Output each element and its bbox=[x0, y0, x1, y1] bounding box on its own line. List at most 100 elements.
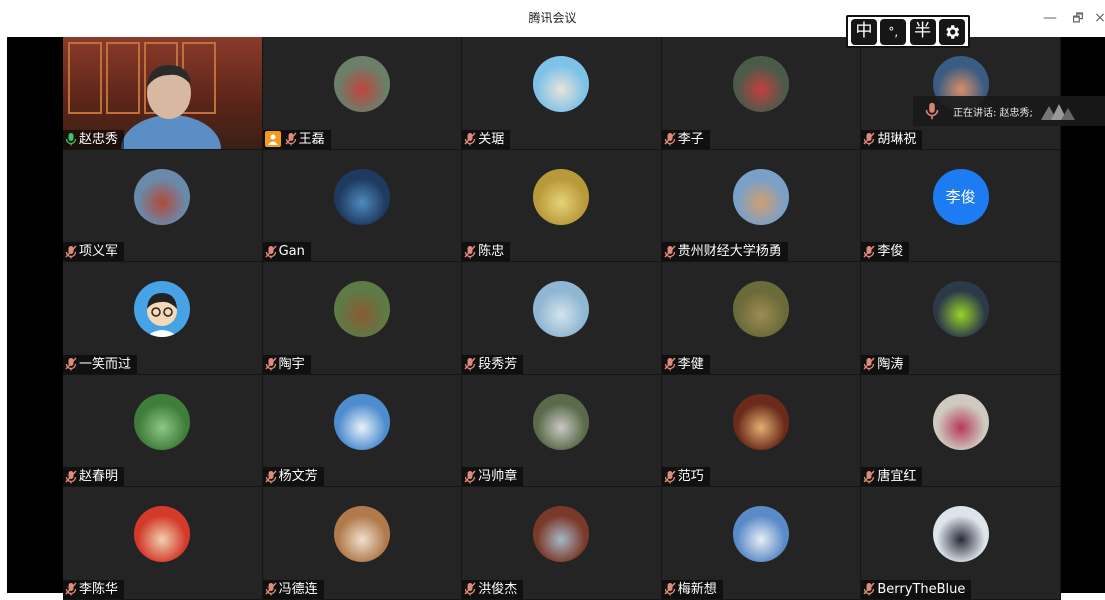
minimize-button[interactable]: — bbox=[1040, 8, 1060, 28]
participant-name: 王磊 bbox=[298, 131, 325, 147]
avatar bbox=[733, 56, 790, 112]
participant-name: 李健 bbox=[677, 356, 704, 372]
participant-tile[interactable]: 赵春明 bbox=[63, 374, 263, 487]
avatar bbox=[733, 281, 790, 337]
ime-toolbar: 中 °, 半 bbox=[846, 15, 970, 48]
ime-mode-button[interactable]: 中 bbox=[851, 18, 877, 45]
mic-muted-icon bbox=[65, 470, 77, 484]
speaker-mic-icon bbox=[925, 102, 939, 120]
participant-nametag: BerryTheBlue bbox=[861, 579, 972, 599]
participant-tile[interactable]: Gan bbox=[262, 149, 463, 262]
mic-muted-icon bbox=[863, 582, 875, 596]
participant-tile[interactable]: 段秀芳 bbox=[462, 262, 662, 375]
participant-nametag: 李俊 bbox=[861, 242, 910, 261]
participant-tile[interactable]: 洪俊杰 bbox=[462, 487, 662, 600]
avatar bbox=[134, 506, 191, 562]
mic-muted-icon bbox=[664, 582, 676, 596]
participant-tile[interactable]: 关琚 bbox=[462, 37, 662, 150]
participant-tile[interactable]: 陈忠 bbox=[462, 149, 662, 262]
participant-tile[interactable]: 王磊 bbox=[262, 37, 463, 150]
mic-muted-icon bbox=[664, 132, 676, 146]
speaking-label: 正在讲话: 赵忠秀; bbox=[953, 107, 1033, 119]
participant-tile[interactable]: 范巧 bbox=[661, 374, 862, 487]
participant-name: 李俊 bbox=[877, 244, 904, 259]
ime-width-button[interactable]: 半 bbox=[909, 18, 936, 45]
participant-tile[interactable]: 贵州财经大学杨勇 bbox=[661, 149, 862, 262]
participant-nametag: Gan bbox=[262, 242, 311, 261]
host-icon bbox=[264, 131, 281, 147]
participant-name: 赵忠秀 bbox=[79, 131, 119, 147]
left-letterbox bbox=[7, 37, 63, 593]
participant-tile[interactable]: 赵忠秀 bbox=[63, 37, 263, 150]
participant-tile[interactable]: 胡琳祝 bbox=[861, 37, 1061, 150]
ime-settings-button[interactable] bbox=[938, 18, 965, 45]
left-margin bbox=[0, 37, 7, 593]
avatar bbox=[533, 281, 590, 337]
participant-nametag: 李陈华 bbox=[63, 579, 125, 599]
participant-name: Gan bbox=[278, 244, 305, 259]
gear-icon bbox=[946, 24, 960, 39]
participant-nametag: 唐宜红 bbox=[861, 467, 923, 486]
avatar bbox=[333, 168, 390, 225]
mic-muted-icon bbox=[464, 470, 476, 484]
participant-name: 陶宇 bbox=[278, 356, 305, 372]
avatar bbox=[333, 393, 390, 450]
avatar bbox=[733, 506, 790, 562]
mic-muted-icon bbox=[863, 357, 875, 371]
mic-muted-icon bbox=[863, 132, 875, 146]
mic-muted-icon bbox=[65, 245, 77, 259]
mic-muted-icon bbox=[664, 357, 676, 371]
mic-muted-icon bbox=[863, 470, 875, 484]
participant-tile[interactable]: 李俊 李俊 bbox=[861, 149, 1061, 262]
avatar-initials-text: 李俊 bbox=[945, 188, 976, 206]
participant-nametag: 范巧 bbox=[661, 467, 710, 486]
participant-tile[interactable]: 项义军 bbox=[63, 149, 263, 262]
participant-nametag: 一笑而过 bbox=[63, 354, 138, 374]
participant-name: 杨文芳 bbox=[278, 469, 318, 484]
maximize-button[interactable]: 🗗 bbox=[1068, 8, 1088, 28]
mic-active-icon bbox=[65, 132, 77, 146]
avatar-initials: 李俊 bbox=[932, 168, 989, 225]
participant-name: 冯德连 bbox=[278, 581, 318, 597]
participant-nametag: 赵春明 bbox=[63, 467, 125, 486]
avatar bbox=[932, 281, 989, 337]
participant-tile[interactable]: BerryTheBlue bbox=[861, 487, 1061, 600]
participant-nametag: 贵州财经大学杨勇 bbox=[661, 242, 788, 261]
participant-tile[interactable]: 冯帅章 bbox=[462, 374, 662, 487]
mic-muted-icon bbox=[664, 245, 676, 259]
participant-tile[interactable]: 李子 bbox=[661, 37, 862, 150]
speaking-indicator: 正在讲话: 赵忠秀; bbox=[913, 96, 1105, 126]
participant-tile[interactable]: 李健 bbox=[661, 262, 862, 375]
mic-muted-icon bbox=[464, 357, 476, 371]
participant-tile[interactable]: 陶涛 bbox=[861, 262, 1061, 375]
participant-tile[interactable]: 冯德连 bbox=[262, 487, 463, 600]
participant-name: 赵春明 bbox=[79, 469, 119, 484]
avatar bbox=[932, 506, 989, 562]
participant-tile[interactable]: 陶宇 bbox=[262, 262, 463, 375]
avatar bbox=[134, 168, 191, 225]
participant-tile[interactable]: 李陈华 bbox=[63, 487, 263, 600]
participant-name: 梅新想 bbox=[677, 581, 717, 597]
participant-tile[interactable]: 杨文芳 bbox=[262, 374, 463, 487]
speaking-avatars-icon bbox=[1040, 104, 1075, 120]
mic-muted-icon bbox=[664, 470, 676, 484]
participant-nametag: 陶涛 bbox=[861, 354, 910, 374]
participant-tile[interactable]: 梅新想 bbox=[661, 487, 862, 600]
close-button[interactable]: × bbox=[1094, 8, 1105, 28]
participant-name: 陶涛 bbox=[877, 356, 904, 372]
participant-name: 范巧 bbox=[677, 469, 704, 484]
avatar bbox=[533, 393, 590, 450]
avatar bbox=[733, 393, 790, 450]
participant-nametag: 杨文芳 bbox=[262, 467, 324, 486]
participant-name: 李子 bbox=[677, 131, 704, 147]
mic-muted-icon bbox=[265, 582, 277, 596]
participant-nametag: 陈忠 bbox=[462, 242, 511, 261]
participant-nametag: 李健 bbox=[661, 354, 710, 374]
ime-punctuation-button[interactable]: °, bbox=[880, 18, 907, 45]
participant-name: 胡琳祝 bbox=[877, 131, 917, 147]
participant-tile[interactable]: 唐宜红 bbox=[861, 374, 1061, 487]
participant-grid: 赵忠秀 王磊 关琚 李子 胡琳祝 项义军 Gan 陈忠 贵州财经大学杨勇 李俊 李俊 一笑而过 陶宇 段秀… bbox=[63, 37, 1061, 600]
participant-tile[interactable]: 一笑而过 bbox=[63, 262, 263, 375]
participant-name: 关琚 bbox=[478, 131, 505, 147]
participant-nametag: 洪俊杰 bbox=[462, 579, 524, 599]
